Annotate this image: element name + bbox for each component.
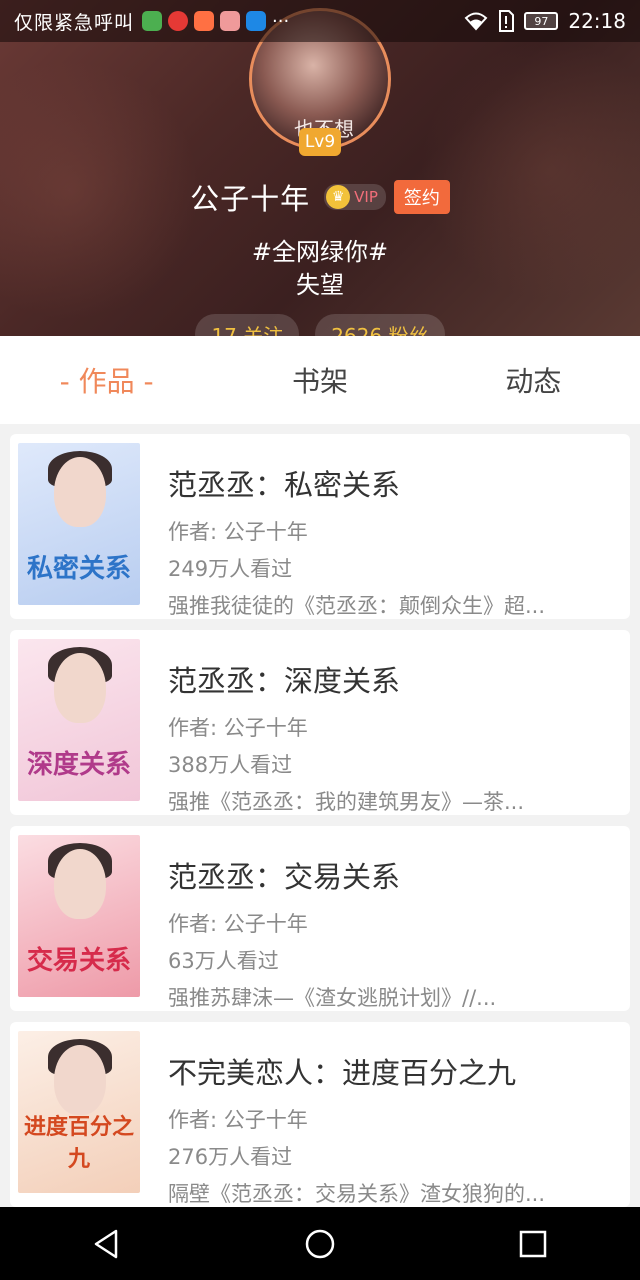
status-time: 22:18 [568, 9, 626, 33]
status-text: 仅限紧急呼叫 [14, 11, 135, 34]
cover-figure-face [54, 1045, 106, 1115]
app-icon-2 [168, 11, 189, 31]
book-views: 249万人看过 [168, 557, 293, 581]
cover-title: 私密关系 [26, 554, 131, 584]
book-cover: 交易关系 [18, 835, 140, 997]
tab-works[interactable]: - 作品 - [0, 360, 213, 400]
app-icon-1 [142, 11, 163, 31]
book-author: 作者: 公子十年 [168, 1108, 308, 1132]
status-app-icons [142, 11, 267, 31]
book-description: 强推《范丞丞：我的建筑男友》—茶... [168, 790, 525, 814]
home-circle-icon[interactable] [300, 1224, 340, 1264]
more-notifications-icon: ··· [272, 10, 290, 32]
book-description: 强推苏肆沫—《渣女逃脱计划》//... [168, 986, 497, 1010]
book-title: 范丞丞：私密关系 [168, 468, 401, 502]
book-cover: 深度关系 [18, 639, 140, 801]
book-info: 范丞丞：深度关系 作者: 公子十年 388万人看过 强推《范丞丞：我的建筑男友》… [168, 658, 618, 821]
book-info: 范丞丞：私密关系 作者: 公子十年 249万人看过 强推我徒徒的《范丞丞：颠倒众… [168, 462, 618, 625]
book-author: 作者: 公子十年 [168, 716, 308, 740]
wifi-icon [464, 12, 488, 31]
app-icon-3 [194, 11, 215, 31]
book-card[interactable]: 深度关系 范丞丞：深度关系 作者: 公子十年 388万人看过 强推《范丞丞：我的… [10, 630, 630, 815]
system-nav-bar [0, 1207, 640, 1280]
battery-icon: 97 [524, 12, 559, 30]
book-title: 范丞丞：深度关系 [168, 664, 401, 698]
book-cover: 进度百分之九 [18, 1031, 140, 1193]
bio-line-2: 失望 [296, 271, 344, 299]
level-badge: Lv9 [299, 128, 341, 156]
back-triangle-icon[interactable] [87, 1224, 127, 1264]
cover-figure-face [54, 849, 106, 919]
crown-icon: ♛ [326, 185, 351, 209]
sim-alert-icon [499, 10, 515, 32]
book-views: 63万人看过 [168, 949, 279, 973]
cover-title: 交易关系 [26, 946, 131, 976]
followers-count[interactable]: 2626 粉丝 [315, 314, 445, 336]
book-title: 不完美恋人：进度百分之九 [168, 1056, 517, 1090]
signed-badge: 签约 [393, 180, 450, 214]
book-cover: 私密关系 [18, 443, 140, 605]
following-count[interactable]: 17 关注 [195, 314, 300, 336]
tab-bookshelf[interactable]: 书架 [213, 360, 426, 400]
bio-line-1: #全网绿你# [251, 238, 389, 266]
cover-figure-face [54, 457, 106, 527]
book-info: 不完美恋人：进度百分之九 作者: 公子十年 276万人看过 隔壁《范丞丞：交易关… [168, 1050, 618, 1213]
book-list: 私密关系 范丞丞：私密关系 作者: 公子十年 249万人看过 强推我徒徒的《范丞… [10, 434, 630, 1218]
app-icon-5 [246, 11, 267, 31]
book-views: 388万人看过 [168, 753, 293, 777]
stats-row: 17 关注 2626 粉丝 [0, 314, 640, 336]
book-info: 范丞丞：交易关系 作者: 公子十年 63万人看过 强推苏肆沫—《渣女逃脱计划》/… [168, 854, 618, 1017]
book-author: 作者: 公子十年 [168, 520, 308, 544]
user-name: 公子十年 [190, 182, 311, 216]
vip-badge: ♛ VIP [324, 184, 386, 210]
tab-activity[interactable]: 动态 [427, 360, 640, 400]
app-icon-4 [220, 11, 241, 31]
book-author: 作者: 公子十年 [168, 912, 308, 936]
status-bar: 仅限紧急呼叫 ··· 97 22:18 [0, 0, 640, 42]
book-title: 范丞丞：交易关系 [168, 860, 401, 894]
book-views: 276万人看过 [168, 1145, 293, 1169]
book-card[interactable]: 进度百分之九 不完美恋人：进度百分之九 作者: 公子十年 276万人看过 隔壁《… [10, 1022, 630, 1207]
book-card[interactable]: 交易关系 范丞丞：交易关系 作者: 公子十年 63万人看过 强推苏肆沫—《渣女逃… [10, 826, 630, 1011]
book-description: 强推我徒徒的《范丞丞：颠倒众生》超... [168, 594, 546, 618]
vip-label: VIP [354, 188, 378, 206]
cover-figure-face [54, 653, 106, 723]
profile-tabs: - 作品 - 书架 动态 [0, 336, 640, 424]
book-card[interactable]: 私密关系 范丞丞：私密关系 作者: 公子十年 249万人看过 强推我徒徒的《范丞… [10, 434, 630, 619]
cover-title: 进度百分之九 [23, 1114, 134, 1172]
recent-square-icon[interactable] [513, 1224, 553, 1264]
name-row: 公子十年 ♛ VIP 签约 [0, 176, 640, 218]
profile-header: 仅限紧急呼叫 ··· 97 22:18 也不想 Lv9 [0, 0, 640, 336]
cover-title: 深度关系 [26, 750, 131, 780]
